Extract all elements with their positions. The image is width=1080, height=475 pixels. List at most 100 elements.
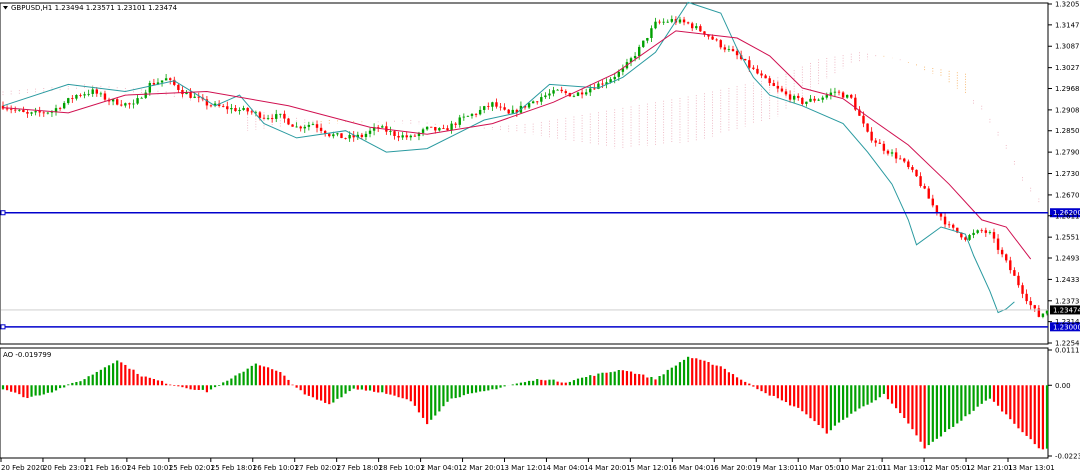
- candle-body: [699, 26, 702, 32]
- candle-body: [450, 123, 453, 131]
- candle-body: [711, 36, 714, 40]
- time-tick-label: 21 Feb 16:01: [85, 464, 131, 472]
- candle-body: [756, 68, 759, 74]
- candle-body: [483, 106, 486, 110]
- price-tick-label: 1.26700: [1055, 191, 1080, 199]
- candle-body: [862, 115, 865, 124]
- candle-body: [234, 107, 237, 112]
- candle-body: [809, 98, 812, 102]
- price-tick-label: 1.29685: [1055, 85, 1080, 93]
- candle-body: [22, 109, 25, 113]
- candle-body: [136, 98, 139, 104]
- price-tick-label: 1.29085: [1055, 106, 1080, 114]
- time-tick-label: 13 Mar 13:01: [1008, 464, 1055, 472]
- candle-body: [389, 131, 392, 132]
- candle-body: [462, 116, 466, 118]
- candle-body: [397, 135, 400, 138]
- time-tick-label: 6 Mar 04:01: [672, 464, 714, 472]
- candle-body: [164, 78, 168, 81]
- candle-body: [14, 109, 17, 111]
- price-tick-label: 1.31470: [1055, 21, 1080, 29]
- candle-body: [115, 99, 119, 105]
- time-tick-label: 25 Feb 02:01: [169, 464, 215, 472]
- time-tick-label: 11 Mar 13:01: [882, 464, 929, 472]
- candle-body: [968, 235, 971, 240]
- price-tick-label: 1.27300: [1055, 170, 1080, 178]
- candle-body: [898, 158, 902, 160]
- price-tick-label: 1.32055: [1055, 1, 1080, 9]
- candle-body: [719, 40, 722, 48]
- candle-body: [984, 230, 988, 233]
- candle-body: [1009, 260, 1012, 271]
- price-tick-label: 1.24930: [1055, 255, 1080, 263]
- candle-body: [381, 126, 384, 128]
- time-tick-label: 2 Mar 04:01: [421, 464, 463, 472]
- candle-body: [576, 92, 580, 96]
- candle-body: [270, 117, 274, 119]
- candle-body: [658, 21, 661, 23]
- candle-body: [120, 104, 123, 106]
- candle-body: [988, 232, 992, 233]
- time-tick-label: 4 Mar 20:01: [588, 464, 630, 472]
- candle-body: [552, 90, 555, 94]
- candle-body: [413, 135, 417, 137]
- candle-body: [927, 188, 930, 199]
- candle-body: [470, 114, 474, 116]
- candle-body: [797, 95, 800, 98]
- candle-body: [589, 88, 592, 93]
- candle-body: [817, 99, 820, 101]
- candle-body: [923, 186, 926, 189]
- candle-body: [222, 105, 225, 107]
- candle-body: [744, 58, 747, 61]
- price-tick-label: 1.25515: [1055, 234, 1080, 242]
- candle-body: [564, 91, 567, 94]
- candle-body: [430, 126, 433, 128]
- candle-body: [287, 118, 290, 125]
- time-tick-label: 5 Mar 12:01: [630, 464, 672, 472]
- candle-body: [438, 128, 441, 131]
- candle-body: [544, 95, 547, 98]
- candle-body: [132, 103, 135, 105]
- candle-body: [303, 126, 306, 129]
- candle-body: [637, 46, 641, 57]
- time-tick-label: 20 Feb 23:01: [43, 464, 89, 472]
- candle-body: [841, 92, 845, 98]
- candle-body: [886, 150, 890, 154]
- candle-body: [128, 103, 131, 105]
- candle-body: [79, 95, 82, 96]
- trading-chart[interactable]: 1.262001.230001.23474 1.320551.314701.30…: [0, 0, 1080, 475]
- candle-body: [613, 76, 616, 80]
- candle-body: [152, 83, 156, 85]
- time-tick-label: 10 Mar 21:01: [840, 464, 887, 472]
- candle-body: [748, 60, 751, 68]
- candle-body: [311, 124, 315, 125]
- candle-body: [507, 109, 510, 114]
- candle-body: [617, 71, 620, 77]
- last-price-label: 1.23474: [1053, 306, 1080, 314]
- time-tick-label: 4 Mar 04:01: [546, 464, 588, 472]
- candle-body: [548, 93, 551, 96]
- candle-body: [491, 102, 494, 107]
- candle-body: [336, 133, 339, 135]
- candle-body: [1021, 285, 1024, 294]
- time-tick-label: 20 Feb 2020: [1, 464, 45, 472]
- candle-body: [226, 106, 229, 110]
- candle-body: [393, 131, 396, 136]
- candle-body: [646, 38, 649, 41]
- candle-body: [874, 140, 877, 143]
- line-handle: [0, 324, 6, 330]
- candle-body: [878, 142, 881, 144]
- candle-body: [654, 21, 657, 29]
- candle-body: [780, 88, 784, 92]
- candle-body: [266, 117, 270, 119]
- candle-body: [633, 56, 637, 59]
- candle-body: [279, 113, 282, 115]
- candle-body: [160, 80, 164, 83]
- candle-body: [148, 83, 152, 93]
- candle-body: [478, 109, 482, 115]
- candle-body: [527, 103, 531, 108]
- candle-body: [30, 112, 33, 114]
- candle-body: [405, 135, 408, 138]
- candle-body: [650, 28, 653, 39]
- price-tick-label: 1.30270: [1055, 64, 1080, 72]
